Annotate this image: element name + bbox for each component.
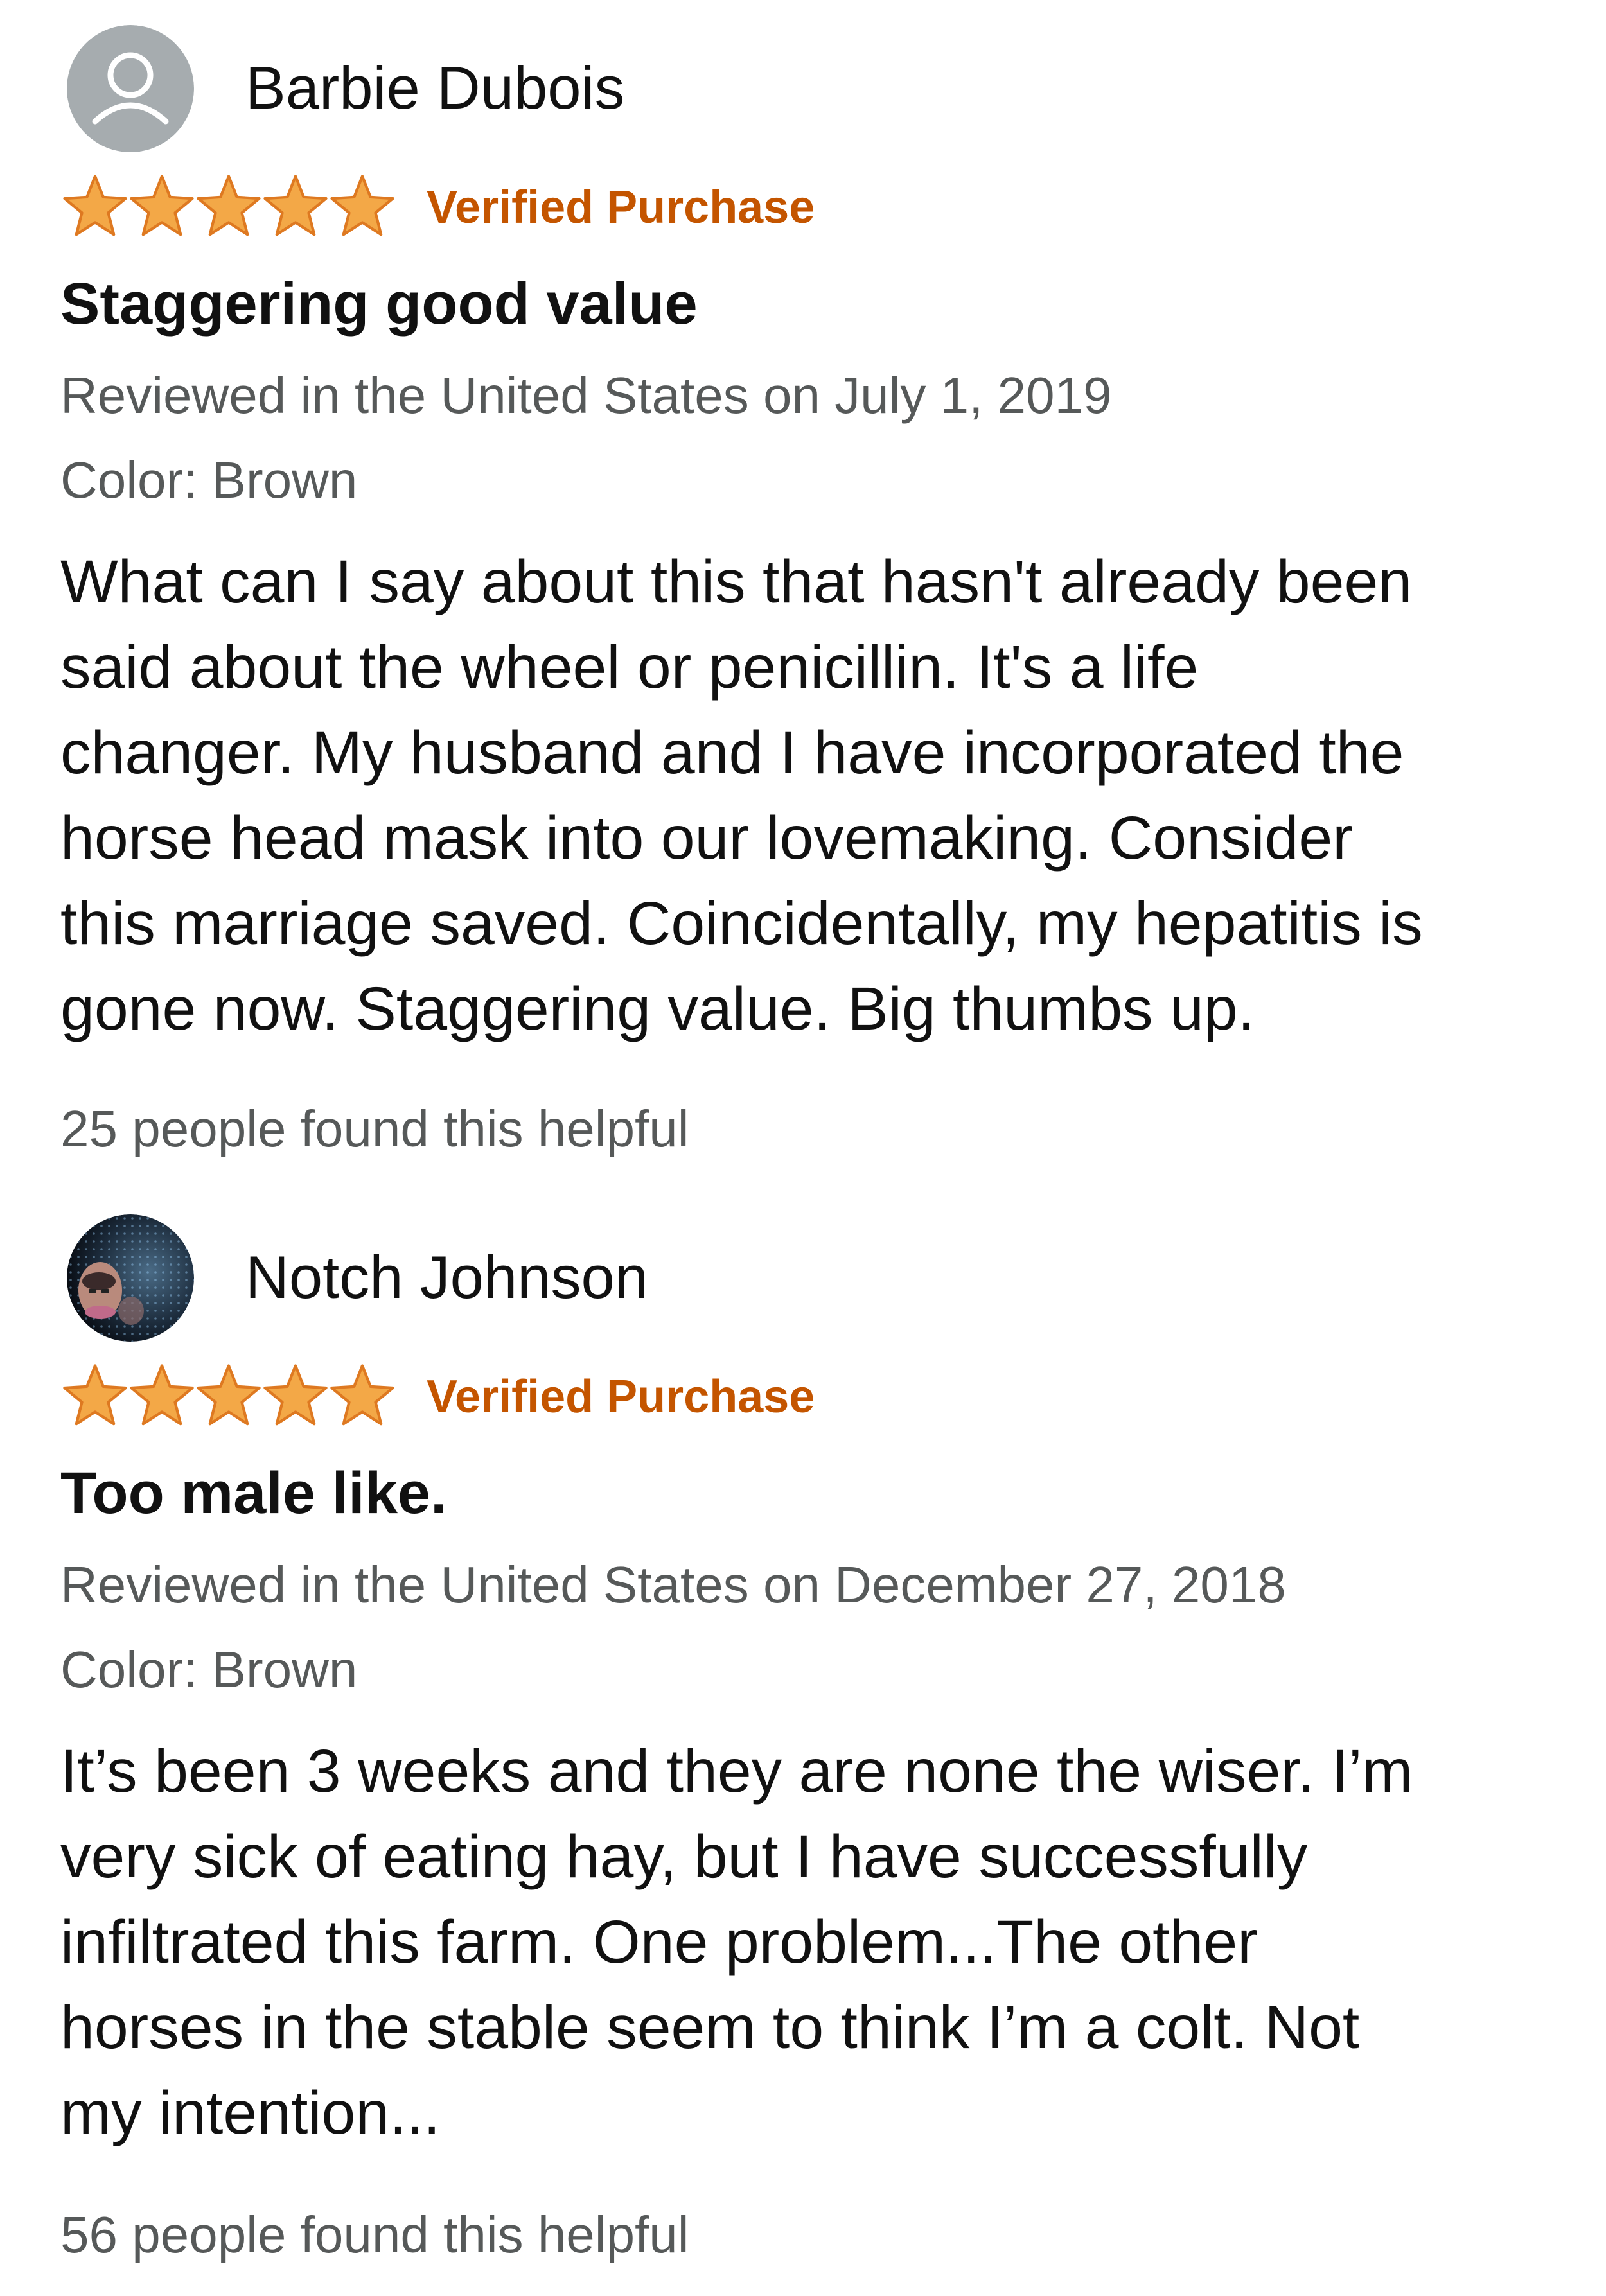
- star-icon: [263, 1364, 328, 1426]
- user-photo-avatar[interactable]: [67, 1214, 194, 1342]
- verified-purchase-badge[interactable]: Verified Purchase: [427, 1368, 815, 1426]
- review-date: Reviewed in the United States on Decembe…: [60, 1556, 1286, 1613]
- star-icon: [330, 1364, 394, 1426]
- star-rating[interactable]: [60, 172, 394, 241]
- star-icon: [63, 1364, 127, 1426]
- review-body: It’s been 3 weeks and they are none the …: [60, 1729, 1589, 2156]
- review-body-line: my intention...: [60, 2079, 441, 2147]
- review-body-line: changer. My husband and I have incorpora…: [60, 719, 1404, 787]
- review-variant: Color: Brown: [60, 1641, 358, 1698]
- review-variant: Color: Brown: [60, 451, 358, 509]
- star-icon: [197, 1364, 261, 1426]
- review-body-line: horses in the stable seem to think I’m a…: [60, 1994, 1360, 2062]
- reviewer-name[interactable]: Notch Johnson: [245, 1242, 648, 1313]
- review-title[interactable]: Too male like.: [60, 1458, 447, 1529]
- review-body: What can I say about this that hasn't al…: [60, 539, 1589, 1052]
- star-icon: [263, 175, 328, 236]
- star-icon: [330, 175, 394, 236]
- reviewer-name[interactable]: Barbie Dubois: [245, 53, 624, 123]
- review-body-line: gone now. Staggering value. Big thumbs u…: [60, 975, 1255, 1043]
- review-title[interactable]: Staggering good value: [60, 268, 698, 339]
- helpful-count: 56 people found this helpful: [60, 2206, 689, 2263]
- default-user-avatar-icon[interactable]: [67, 25, 194, 152]
- star-icon: [63, 175, 127, 236]
- review-body-line: It’s been 3 weeks and they are none the …: [60, 1737, 1413, 1805]
- review-body-line: said about the wheel or penicillin. It's…: [60, 633, 1199, 701]
- star-rating[interactable]: [60, 1362, 394, 1431]
- star-icon: [197, 175, 261, 236]
- review-body-line: very sick of eating hay, but I have succ…: [60, 1823, 1308, 1891]
- review-body-line: this marriage saved. Coincidentally, my …: [60, 889, 1423, 958]
- star-icon: [130, 175, 194, 236]
- review-body-line: What can I say about this that hasn't al…: [60, 548, 1413, 616]
- review-body-line: infiltrated this farm. One problem...The…: [60, 1908, 1258, 1976]
- helpful-count: 25 people found this helpful: [60, 1100, 689, 1157]
- review-date: Reviewed in the United States on July 1,…: [60, 367, 1112, 424]
- review-body-line: horse head mask into our lovemaking. Con…: [60, 804, 1353, 872]
- verified-purchase-badge[interactable]: Verified Purchase: [427, 179, 815, 236]
- star-icon: [130, 1364, 194, 1426]
